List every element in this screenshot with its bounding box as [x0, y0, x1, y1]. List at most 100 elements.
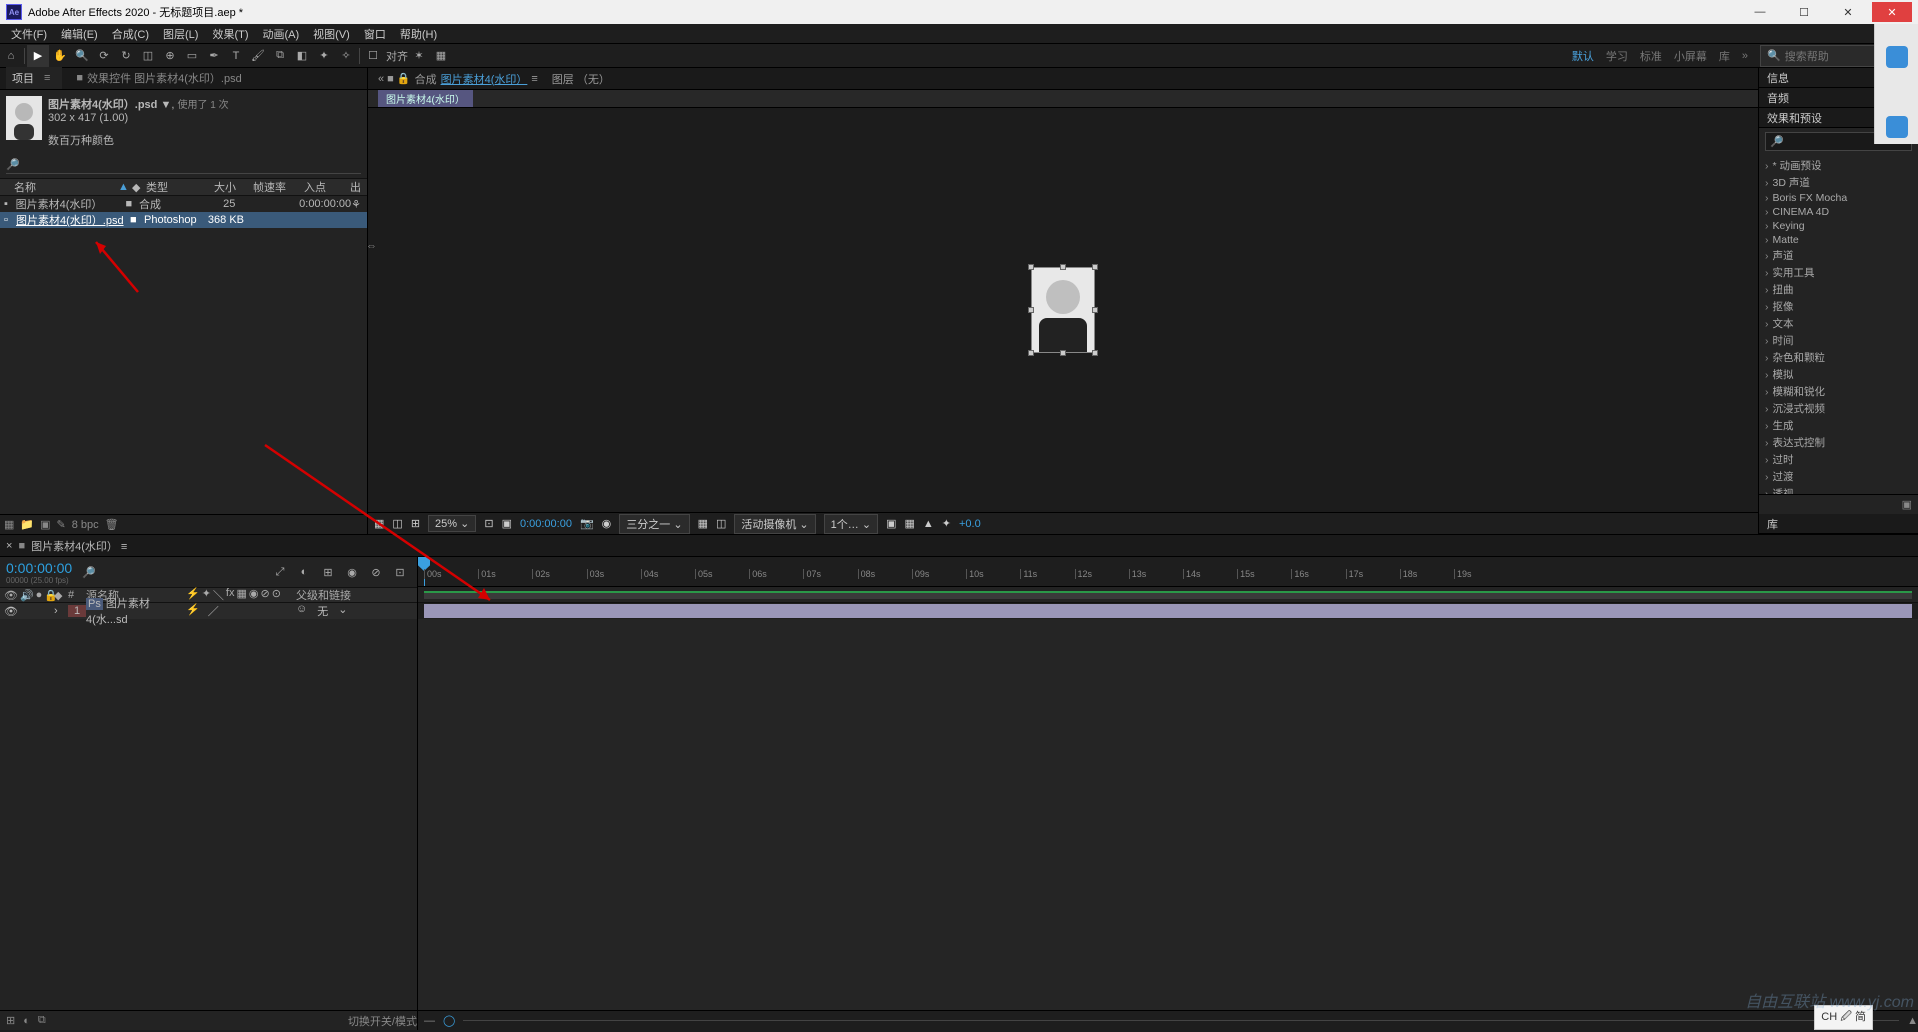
type-tool-icon[interactable]: T: [225, 45, 247, 67]
interpret-icon[interactable]: ▦: [4, 518, 14, 531]
snap-checkbox[interactable]: ☐: [362, 45, 384, 67]
effect-category[interactable]: 声道: [1759, 247, 1918, 264]
vf-icon1[interactable]: ▣: [886, 517, 896, 530]
vf-icon3[interactable]: ▲: [923, 518, 934, 530]
timeline-search[interactable]: 🔎: [82, 566, 259, 579]
trash-icon[interactable]: 🗑: [105, 518, 119, 531]
grid-icon[interactable]: ▦: [374, 517, 384, 530]
menu-help[interactable]: 帮助(H): [393, 24, 444, 44]
close-button[interactable]: ✕: [1828, 2, 1868, 22]
effect-category[interactable]: 过渡: [1759, 468, 1918, 485]
effect-category[interactable]: 过时: [1759, 451, 1918, 468]
vf-icon2[interactable]: ▦: [904, 517, 914, 530]
viewer-layer-tab[interactable]: 图层 （无）: [552, 71, 610, 87]
layer-bar[interactable]: [424, 604, 1912, 618]
tl-tool6-icon[interactable]: ⊡: [389, 561, 411, 583]
exposure[interactable]: +0.0: [959, 518, 981, 530]
effect-category[interactable]: 表达式控制: [1759, 434, 1918, 451]
project-tab[interactable]: 项目≡: [6, 67, 62, 89]
effect-category[interactable]: CINEMA 4D: [1759, 205, 1918, 219]
menu-effect[interactable]: 效果(T): [205, 24, 255, 44]
selection-tool-icon[interactable]: ▶: [27, 45, 49, 67]
brush-tool-icon[interactable]: 🖌: [247, 45, 269, 67]
minimize-button[interactable]: —: [1740, 2, 1780, 22]
maximize-button[interactable]: ☐: [1784, 2, 1824, 22]
mask-icon[interactable]: ◫: [392, 517, 402, 530]
hand-tool-icon[interactable]: ✋: [49, 45, 71, 67]
adjust-icon[interactable]: ✎: [57, 518, 66, 531]
pen-tool-icon[interactable]: ✒: [203, 45, 225, 67]
menu-layer[interactable]: 图层(L): [156, 24, 205, 44]
col-fr[interactable]: 帧速率: [236, 179, 286, 195]
rotate-tool-icon[interactable]: ↻: [115, 45, 137, 67]
effect-category[interactable]: Keying: [1759, 219, 1918, 233]
menu-composition[interactable]: 合成(C): [105, 24, 156, 44]
menu-file[interactable]: 文件(F): [4, 24, 54, 44]
menu-edit[interactable]: 编辑(E): [54, 24, 105, 44]
tl-tool3-icon[interactable]: ⊞: [317, 561, 339, 583]
tl-foot3-icon[interactable]: ⧉: [38, 1014, 46, 1027]
roi-icon[interactable]: ▣: [502, 517, 512, 530]
panel-menu-icon[interactable]: ≡: [38, 72, 56, 84]
zoom-dropdown[interactable]: 25% ⌄: [428, 515, 476, 532]
guide-icon[interactable]: ⊞: [411, 517, 420, 530]
effect-category[interactable]: 时间: [1759, 332, 1918, 349]
effect-category[interactable]: 扭曲: [1759, 281, 1918, 298]
menu-window[interactable]: 窗口: [357, 24, 393, 44]
effect-category[interactable]: 文本: [1759, 315, 1918, 332]
tl-tool1-icon[interactable]: ⤢: [269, 561, 291, 583]
timeline-layer-row[interactable]: 👁 › 1 Ps 图片素材4(水...sd ⚡／ ☺ 无 ⌄: [0, 603, 417, 619]
col-type[interactable]: 类型: [146, 179, 196, 195]
composition-canvas[interactable]: ⇔: [368, 108, 1758, 512]
timeline-close-icon[interactable]: ×: [6, 540, 12, 552]
rect-tool-icon[interactable]: ▭: [181, 45, 203, 67]
effect-controls-tab[interactable]: ■ 效果控件 图片素材4(水印）.psd: [70, 67, 247, 89]
col-in[interactable]: 入点: [286, 179, 326, 195]
audio-col-icon[interactable]: 🔊: [20, 589, 34, 602]
zoom-in-icon[interactable]: ▲: [1907, 1015, 1918, 1027]
anchor-tool-icon[interactable]: ⊕: [159, 45, 181, 67]
effect-category[interactable]: * 动画预设: [1759, 157, 1918, 174]
effect-category[interactable]: 生成: [1759, 417, 1918, 434]
clone-tool-icon[interactable]: ⧉: [269, 45, 291, 67]
work-area[interactable]: [418, 587, 1918, 603]
workspace-default[interactable]: 默认: [1572, 48, 1594, 64]
eraser-tool-icon[interactable]: ◧: [291, 45, 313, 67]
camera-dropdown[interactable]: 活动摄像机 ⌄: [734, 514, 815, 534]
snapshot-icon[interactable]: 📷: [580, 517, 594, 530]
toggle-switches[interactable]: 切换开关/模式: [348, 1013, 417, 1029]
effect-category[interactable]: 沉浸式视频: [1759, 400, 1918, 417]
outer-close-button[interactable]: ✕: [1872, 2, 1912, 22]
project-search[interactable]: 🔎: [6, 158, 361, 174]
snap-opt2-icon[interactable]: ▦: [430, 45, 452, 67]
tl-foot2-icon[interactable]: ◐: [23, 1015, 30, 1027]
workspace-learn[interactable]: 学习: [1606, 48, 1628, 64]
time-ruler[interactable]: 00s01s02s03s04s05s06s07s08s09s10s11s12s1…: [418, 557, 1918, 587]
viewer-time[interactable]: 0:00:00:00: [520, 518, 572, 530]
camera-tool-icon[interactable]: ◫: [137, 45, 159, 67]
solo-col-icon[interactable]: ●: [36, 589, 43, 602]
layer-track[interactable]: [418, 603, 1918, 619]
transparency-icon[interactable]: ▦: [698, 517, 708, 530]
vf-icon4[interactable]: ✦: [942, 517, 951, 530]
3d-icon[interactable]: ◫: [716, 517, 726, 530]
col-parent[interactable]: 父级和链接: [296, 587, 351, 603]
workspace-standard[interactable]: 标准: [1640, 48, 1662, 64]
zoom-tool-icon[interactable]: 🔍: [71, 45, 93, 67]
viewer-comp-tab[interactable]: « ■ 🔒 合成 图片素材4(水印） ≡: [378, 71, 538, 87]
res-icon[interactable]: ⊡: [484, 517, 493, 530]
tl-tool4-icon[interactable]: ◉: [341, 561, 363, 583]
col-num[interactable]: #: [68, 589, 86, 601]
channel-icon[interactable]: ◉: [602, 517, 612, 530]
workspace-lib[interactable]: 库: [1719, 48, 1730, 64]
project-row-psd[interactable]: ▫ 图片素材4(水印）.psd ■ Photoshop 368 KB: [0, 212, 367, 228]
library-panel-header[interactable]: 库: [1759, 514, 1918, 534]
orbit-tool-icon[interactable]: ⟳: [93, 45, 115, 67]
video-col-icon[interactable]: 👁: [4, 589, 18, 602]
current-time[interactable]: 0:00:00:00: [6, 560, 72, 576]
col-size[interactable]: 大小: [196, 179, 236, 195]
roto-tool-icon[interactable]: ✦: [313, 45, 335, 67]
effect-category[interactable]: 透视: [1759, 485, 1918, 494]
effect-category[interactable]: 实用工具: [1759, 264, 1918, 281]
comp-link[interactable]: 图片素材4(水印）: [441, 71, 528, 87]
